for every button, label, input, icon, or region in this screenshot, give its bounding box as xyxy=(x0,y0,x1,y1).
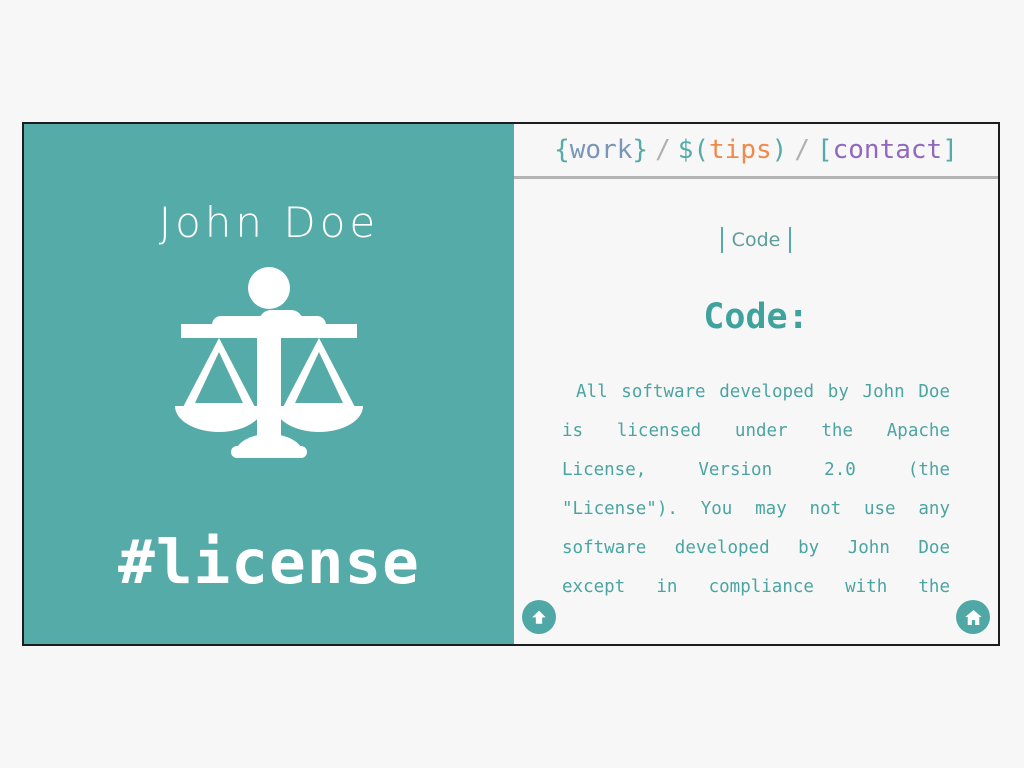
page-tag-rule-right xyxy=(789,227,792,253)
nav-contact-label: contact xyxy=(832,135,943,165)
license-body-text: All software developed by John Doe is li… xyxy=(562,382,950,597)
nav-item-tips[interactable]: $(tips) xyxy=(678,135,788,165)
nav-work-open-bracket: { xyxy=(554,135,570,165)
nav-item-contact[interactable]: [contact] xyxy=(817,135,958,165)
profile-handle: #license xyxy=(118,527,420,598)
nav-separator-2: / xyxy=(794,135,810,165)
page-title: Code: xyxy=(703,297,809,337)
profile-card: John Doe #license {work} / $(tips) / [co… xyxy=(22,122,1000,646)
profile-name: John Doe xyxy=(158,198,380,247)
page-tag-rule-left xyxy=(720,227,723,253)
nav-contact-open-bracket: [ xyxy=(816,135,833,165)
scroll-to-top-button[interactable] xyxy=(522,600,556,634)
site-nav: {work} / $(tips) / [contact] xyxy=(514,124,998,179)
nav-contact-close-bracket: ] xyxy=(942,135,958,165)
home-button[interactable] xyxy=(956,600,990,634)
page-tag-label: Code xyxy=(731,229,781,251)
nav-tips-close-bracket: ) xyxy=(771,135,788,165)
profile-panel: John Doe #license xyxy=(24,124,514,644)
nav-tips-open-bracket: $( xyxy=(677,135,710,165)
balance-scales-icon xyxy=(169,266,369,462)
arrow-up-icon xyxy=(530,608,548,626)
home-icon xyxy=(964,608,983,627)
nav-work-label: work xyxy=(569,135,633,165)
nav-separator-1: / xyxy=(655,135,671,165)
content-panel: {work} / $(tips) / [contact] Code Code: … xyxy=(514,124,998,644)
nav-item-work[interactable]: {work} xyxy=(554,135,648,165)
content-body: Code Code: All software developed by Joh… xyxy=(514,179,998,644)
nav-work-close-bracket: } xyxy=(632,135,649,165)
page-tag: Code xyxy=(562,227,950,253)
nav-tips-label: tips xyxy=(709,135,772,165)
